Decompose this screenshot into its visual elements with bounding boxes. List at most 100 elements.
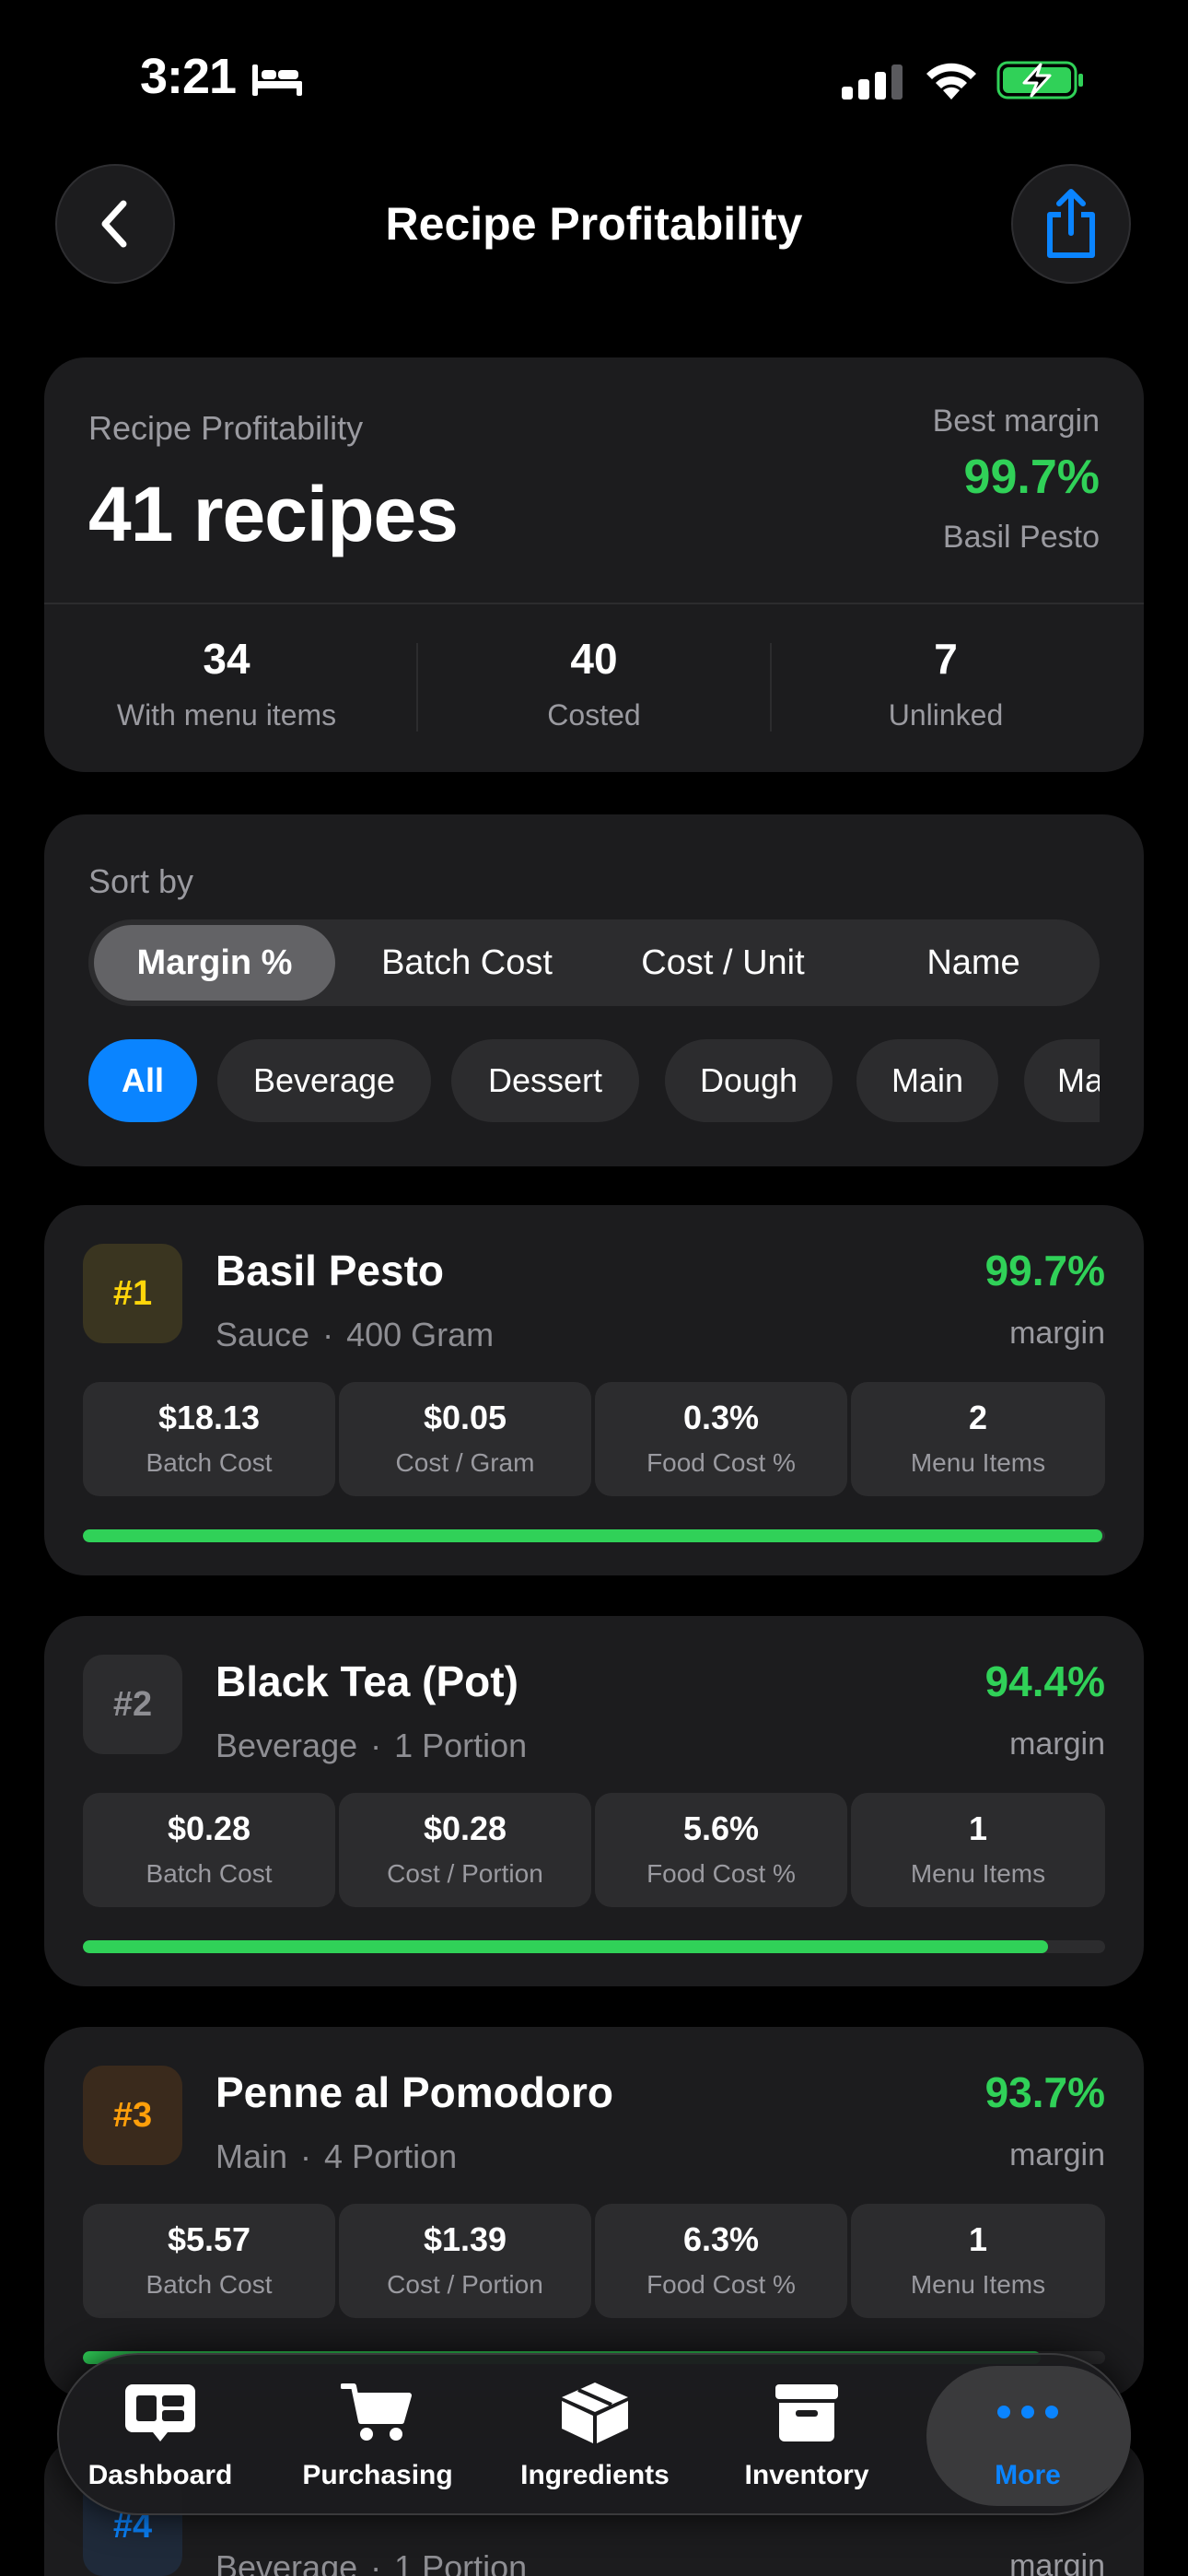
- stat-unlinked: 7 Unlinked: [771, 634, 1121, 732]
- margin-value: 99.7%: [984, 1247, 1105, 1294]
- metric-value: $18.13: [157, 1399, 261, 1436]
- margin-progress-bar: [83, 1529, 1105, 1542]
- metric-label: Batch Cost: [146, 1448, 273, 1477]
- metric-value: 1: [968, 1809, 988, 1847]
- metric-label: Menu Items: [910, 1859, 1046, 1888]
- margin-progress-bar: [83, 1940, 1105, 1953]
- dashboard-icon: [125, 2384, 195, 2441]
- sort-filter-card: Sort by Margin % Batch Cost Cost / Unit …: [44, 814, 1144, 1166]
- page-title: Recipe Profitability: [385, 198, 803, 250]
- best-margin-value: 99.7%: [963, 451, 1100, 504]
- metric-menu-items: 2 Menu Items: [851, 1382, 1105, 1496]
- metric-label: Food Cost %: [646, 2270, 796, 2299]
- recipe-meta: Main · 4 Portion: [215, 2137, 457, 2176]
- summary-label: Recipe Profitability: [88, 409, 364, 447]
- tab-dashboard[interactable]: Dashboard: [59, 2355, 262, 2517]
- recipe-name: Penne al Pomodoro: [215, 2068, 613, 2116]
- tab-label: Purchasing: [302, 2460, 453, 2490]
- metric-value: 6.3%: [682, 2220, 760, 2258]
- metric-menu-items: 1 Menu Items: [851, 2204, 1105, 2318]
- stat-costed: 40 Costed: [419, 634, 769, 732]
- recipe-meta: Beverage · 1 Portion: [215, 1727, 527, 1765]
- margin-value: 93.7%: [984, 2068, 1105, 2116]
- metric-menu-items: 1 Menu Items: [851, 1793, 1105, 1907]
- recipe-name: Black Tea (Pot): [215, 1657, 518, 1705]
- best-margin-label: Best margin: [932, 404, 1100, 439]
- status-bar: 3:21: [0, 0, 1188, 166]
- recipe-yield: 4 Portion: [324, 2137, 458, 2175]
- filter-chip-main[interactable]: Main: [856, 1039, 998, 1122]
- tab-more[interactable]: More: [917, 2355, 1131, 2517]
- recipe-category: Beverage: [215, 2548, 358, 2576]
- stat-with-menu-items: 34 With menu items: [52, 634, 402, 732]
- sort-label: Sort by: [88, 862, 194, 900]
- sort-option-batch-cost[interactable]: Batch Cost: [343, 925, 591, 1001]
- metric-label: Cost / Portion: [387, 1859, 543, 1888]
- metric-unit-cost: $0.28 Cost / Portion: [339, 1793, 591, 1907]
- recipe-card[interactable]: #2 Black Tea (Pot) Beverage · 1 Portion 94…: [44, 1616, 1144, 1986]
- metric-label: Batch Cost: [146, 2270, 273, 2299]
- separator-dot: ·: [300, 2137, 312, 2175]
- metric-unit-cost: $0.05 Cost / Gram: [339, 1382, 591, 1496]
- sort-option-margin[interactable]: Margin %: [94, 925, 335, 1001]
- metric-label: Batch Cost: [146, 1859, 273, 1888]
- metric-label: Cost / Portion: [387, 2270, 543, 2299]
- metrics-row: $0.28 Batch Cost $0.28 Cost / Portion 5.…: [83, 1793, 1105, 1907]
- separator-dot: ·: [370, 1727, 382, 1764]
- tab-label: Ingredients: [520, 2460, 670, 2490]
- best-margin-recipe: Basil Pesto: [942, 520, 1100, 555]
- stat-value: 34: [203, 635, 250, 683]
- stat-value: 7: [934, 635, 958, 683]
- metric-value: 2: [968, 1399, 988, 1436]
- wifi-icon: [926, 63, 976, 100]
- filter-chip-dough[interactable]: Dough: [665, 1039, 833, 1122]
- metric-label: Food Cost %: [646, 1859, 796, 1888]
- recipe-yield: 400 Gram: [346, 1316, 495, 1353]
- metric-label: Food Cost %: [646, 1448, 796, 1477]
- sort-option-name[interactable]: Name: [853, 925, 1094, 1001]
- recipe-meta: Sauce · 400 Gram: [215, 1316, 494, 1354]
- tab-label: Dashboard: [87, 2460, 233, 2490]
- box-icon: [562, 2383, 628, 2443]
- battery-charging-icon: [996, 61, 1083, 100]
- share-icon: [1047, 189, 1095, 258]
- metric-food-cost: 5.6% Food Cost %: [595, 1793, 847, 1907]
- recipe-meta: Beverage · 1 Portion: [215, 2548, 527, 2576]
- more-icon: [997, 2406, 1058, 2418]
- sleep-focus-icon: [252, 64, 302, 96]
- margin-label: margin: [1009, 2137, 1105, 2172]
- filter-chip-beverage[interactable]: Beverage: [217, 1039, 431, 1122]
- tab-label: More: [995, 2460, 1061, 2490]
- archive-icon: [775, 2384, 838, 2441]
- tab-ingredients[interactable]: Ingredients: [494, 2355, 696, 2517]
- stat-separator: [416, 643, 418, 732]
- metric-food-cost: 6.3% Food Cost %: [595, 2204, 847, 2318]
- recipe-category: Sauce: [215, 1316, 310, 1353]
- metric-value: $0.28: [423, 1809, 507, 1847]
- filter-chip-dessert[interactable]: Dessert: [451, 1039, 639, 1122]
- stat-label: Costed: [547, 698, 641, 732]
- tab-inventory[interactable]: Inventory: [705, 2355, 908, 2517]
- sort-option-cost-unit[interactable]: Cost / Unit: [599, 925, 847, 1001]
- recipe-yield: 1 Portion: [394, 2548, 528, 2576]
- recipe-category: Main: [215, 2137, 288, 2175]
- metric-label: Menu Items: [910, 1448, 1046, 1477]
- filter-chip-more[interactable]: Ma: [1024, 1039, 1100, 1122]
- recipe-card[interactable]: #1 Basil Pesto Sauce · 400 Gram 99.7% marg…: [44, 1205, 1144, 1575]
- rank-badge: #1: [83, 1244, 182, 1343]
- recipe-card[interactable]: #3 Penne al Pomodoro Main · 4 Portion 93.7…: [44, 2027, 1144, 2397]
- stat-value: 40: [570, 635, 618, 683]
- tab-purchasing[interactable]: Purchasing: [276, 2355, 479, 2517]
- margin-label: margin: [1009, 1316, 1105, 1351]
- cart-icon: [341, 2383, 412, 2441]
- stat-label: Unlinked: [888, 698, 1004, 732]
- metric-value: $5.57: [167, 2220, 251, 2258]
- share-button[interactable]: [1011, 164, 1131, 284]
- margin-label: margin: [1009, 1727, 1105, 1762]
- filter-chip-all[interactable]: All: [88, 1039, 197, 1122]
- metric-value: $1.39: [423, 2220, 507, 2258]
- metric-food-cost: 0.3% Food Cost %: [595, 1382, 847, 1496]
- metric-batch-cost: $18.13 Batch Cost: [83, 1382, 335, 1496]
- rank-badge: #3: [83, 2066, 182, 2165]
- rank-badge: #2: [83, 1655, 182, 1754]
